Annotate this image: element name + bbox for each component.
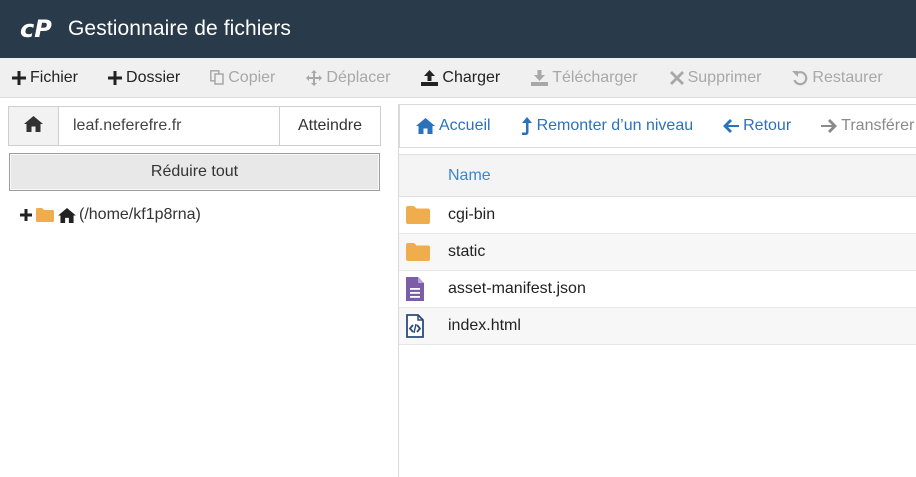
home-icon: [416, 118, 435, 134]
forward-button[interactable]: Transférer: [821, 105, 914, 147]
delete-icon: [669, 70, 684, 85]
folder-icon: [36, 208, 54, 222]
path-bar: Atteindre: [8, 106, 381, 146]
file-name: asset-manifest.json: [448, 280, 586, 297]
new-folder-button[interactable]: Dossier: [108, 58, 181, 97]
path-input[interactable]: [59, 107, 279, 145]
move-button[interactable]: Déplacer: [306, 58, 391, 97]
collapse-all-button[interactable]: Réduire tout: [9, 153, 380, 191]
table-row[interactable]: index.html: [399, 308, 916, 345]
page-title: Gestionnaire de fichiers: [68, 17, 292, 40]
delete-label: Supprimer: [687, 68, 762, 86]
upload-label: Charger: [442, 68, 501, 86]
home-icon: [24, 115, 43, 137]
restore-label: Restaurer: [812, 68, 883, 86]
svg-text:cP: cP: [20, 16, 52, 42]
table-row[interactable]: cgi-bin: [399, 197, 916, 234]
back-button[interactable]: Retour: [723, 105, 791, 147]
tree-root-label: (/home/kf1p8rna): [79, 206, 201, 223]
restore-icon: [792, 70, 808, 86]
plus-icon: [12, 70, 26, 85]
copy-icon: [210, 70, 224, 85]
code-file-icon: [399, 314, 448, 338]
copy-button[interactable]: Copier: [210, 58, 276, 97]
back-label: Retour: [743, 117, 792, 134]
restore-button[interactable]: Restaurer: [792, 58, 883, 97]
cpanel-logo-icon[interactable]: cP: [20, 15, 60, 43]
home-nav-label: Accueil: [439, 117, 491, 134]
new-file-label: Fichier: [30, 68, 79, 86]
arrow-left-icon: [723, 119, 740, 133]
table-row[interactable]: static: [399, 234, 916, 271]
table-row[interactable]: asset-manifest.json: [399, 271, 916, 308]
delete-button[interactable]: Supprimer: [669, 58, 762, 97]
move-label: Déplacer: [326, 68, 391, 86]
home-directory-button[interactable]: [9, 107, 59, 145]
file-name: index.html: [448, 317, 521, 334]
download-button[interactable]: Télécharger: [531, 58, 638, 97]
new-folder-label: Dossier: [126, 68, 181, 86]
folder-icon: [399, 206, 448, 224]
move-icon: [306, 69, 323, 86]
home-icon: [58, 207, 76, 223]
name-column-header[interactable]: Name: [448, 167, 491, 185]
app-header: cP Gestionnaire de fichiers: [0, 0, 916, 58]
download-label: Télécharger: [552, 68, 638, 86]
toolbar: Fichier Dossier Copier Déplacer Charger …: [0, 58, 916, 98]
file-name: cgi-bin: [448, 206, 496, 223]
forward-label: Transférer: [841, 117, 915, 134]
folder-icon: [399, 243, 448, 261]
up-one-level-label: Remonter d’un niveau: [536, 117, 694, 134]
expand-plus-icon[interactable]: [20, 209, 32, 221]
file-list-panel: Accueil Remonter d’un niveau Retour Tran…: [398, 104, 916, 477]
new-file-button[interactable]: Fichier: [12, 58, 79, 97]
text-file-icon: [399, 277, 448, 301]
tree-root-item[interactable]: (/home/kf1p8rna): [20, 206, 201, 224]
up-one-level-button[interactable]: Remonter d’un niveau: [521, 105, 694, 147]
home-nav-button[interactable]: Accueil: [416, 105, 491, 147]
file-name: static: [448, 243, 486, 260]
file-table: Name cgi-bin static asset-manifest.json …: [399, 154, 916, 345]
upload-icon: [421, 69, 439, 86]
go-button[interactable]: Atteindre: [279, 107, 380, 145]
navigation-bar: Accueil Remonter d’un niveau Retour Tran…: [399, 104, 916, 148]
plus-icon: [108, 70, 123, 85]
upload-button[interactable]: Charger: [421, 58, 501, 97]
copy-label: Copier: [228, 68, 276, 86]
table-header: Name: [399, 154, 916, 197]
arrow-right-icon: [821, 119, 838, 133]
level-up-icon: [521, 117, 533, 135]
download-icon: [531, 69, 549, 86]
